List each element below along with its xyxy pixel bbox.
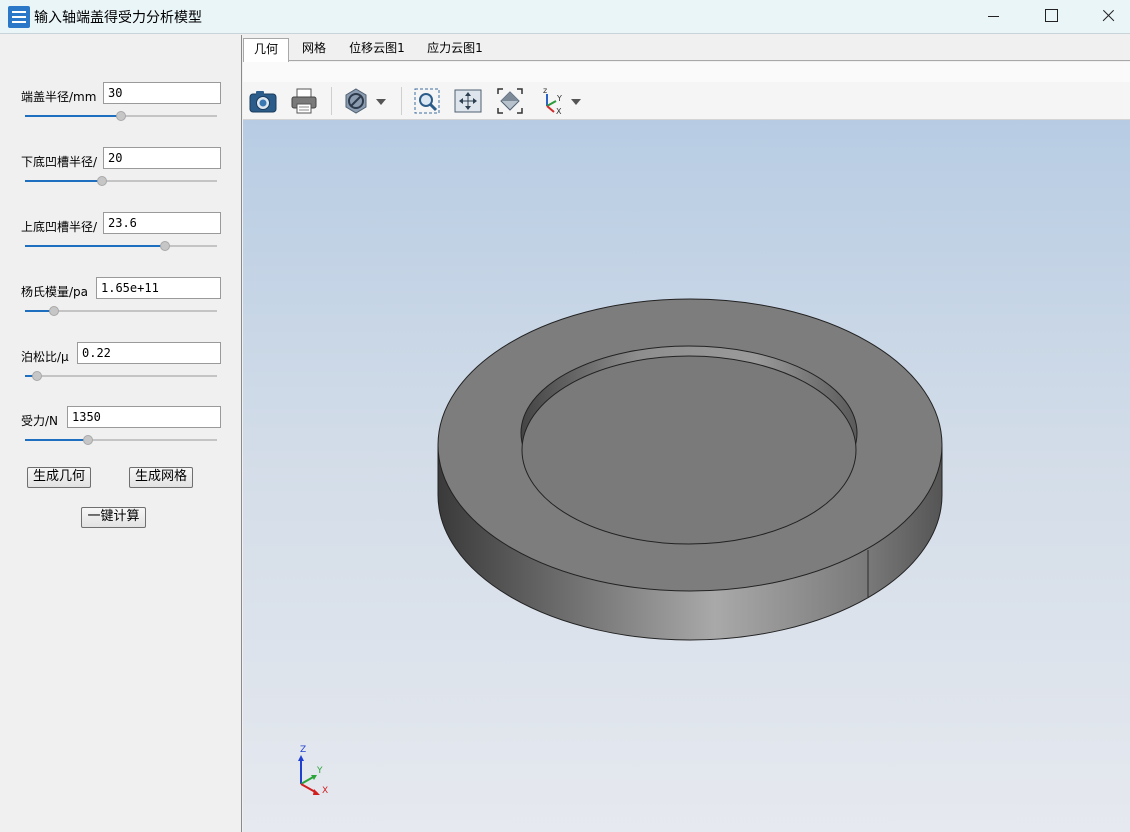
zoom-box-icon[interactable] bbox=[412, 86, 442, 116]
slider-thumb[interactable] bbox=[83, 435, 93, 445]
param-label: 下底凹槽半径/ bbox=[21, 155, 98, 169]
tab-mesh[interactable]: 网格 bbox=[293, 38, 335, 61]
cover-radius-input[interactable]: 30 bbox=[103, 82, 221, 104]
param-force: 受力/N 1350 bbox=[0, 406, 242, 466]
toolbar-separator bbox=[401, 87, 402, 115]
param-label: 上底凹槽半径/ bbox=[21, 220, 98, 234]
tab-geometry[interactable]: 几何 bbox=[243, 38, 289, 62]
triad-y-label: Y bbox=[317, 766, 323, 776]
param-cover-radius: 端盖半径/mm 30 bbox=[0, 82, 242, 142]
param-poisson-ratio: 泊松比/μ 0.22 bbox=[0, 342, 242, 402]
param-label: 杨氏模量/pa bbox=[21, 285, 89, 299]
parameter-panel: 端盖半径/mm 30 下底凹槽半径/ 20 上底凹槽半径/ 23.6 杨氏模量/… bbox=[0, 35, 242, 832]
toolbar-strip bbox=[243, 62, 1130, 82]
view-toolbar: z Y X bbox=[243, 62, 1130, 120]
view-tabs: 几何 网格 位移云图1 应力云图1 bbox=[243, 35, 1130, 62]
generate-geometry-button[interactable]: 生成几何 bbox=[27, 467, 91, 488]
poisson-ratio-input[interactable]: 0.22 bbox=[77, 342, 221, 364]
upper-groove-radius-input[interactable]: 23.6 bbox=[103, 212, 221, 234]
cover-radius-slider[interactable] bbox=[25, 111, 217, 121]
camera-icon[interactable] bbox=[248, 86, 278, 116]
generate-mesh-button[interactable]: 生成网格 bbox=[129, 467, 193, 488]
dropdown-arrow-icon[interactable] bbox=[569, 86, 583, 116]
view-orientation-icon[interactable]: z Y X bbox=[537, 86, 567, 116]
lower-groove-radius-input[interactable]: 20 bbox=[103, 147, 221, 169]
maximize-icon[interactable] bbox=[1022, 0, 1080, 34]
app-icon bbox=[8, 6, 30, 28]
triad-x-label: X bbox=[322, 786, 329, 796]
slider-fill bbox=[25, 180, 102, 182]
param-youngs-modulus: 杨氏模量/pa 1.65e+11 bbox=[0, 277, 242, 337]
axis-triad: Z Y X bbox=[293, 745, 333, 800]
slider-fill bbox=[25, 115, 121, 117]
close-icon[interactable] bbox=[1080, 0, 1130, 34]
window-title: 输入轴端盖得受力分析模型 bbox=[34, 10, 202, 26]
param-label: 受力/N bbox=[21, 414, 59, 428]
slider-fill bbox=[25, 439, 88, 441]
compute-button[interactable]: 一键计算 bbox=[81, 507, 146, 528]
lower-groove-radius-slider[interactable] bbox=[25, 176, 217, 186]
toolbar-separator bbox=[331, 87, 332, 115]
youngs-modulus-slider[interactable] bbox=[25, 306, 217, 316]
minimize-icon[interactable] bbox=[965, 0, 1023, 34]
slider-track bbox=[25, 375, 217, 377]
param-label: 泊松比/μ bbox=[21, 350, 69, 364]
poisson-ratio-slider[interactable] bbox=[25, 371, 217, 381]
param-lower-groove-radius: 下底凹槽半径/ 20 bbox=[0, 147, 242, 207]
slider-fill bbox=[25, 245, 165, 247]
svg-text:z: z bbox=[543, 86, 547, 95]
force-input[interactable]: 1350 bbox=[67, 406, 221, 428]
upper-groove-radius-slider[interactable] bbox=[25, 241, 217, 251]
title-bar: 输入轴端盖得受力分析模型 bbox=[0, 0, 1130, 34]
param-label: 端盖半径/mm bbox=[21, 90, 97, 104]
svg-text:Y: Y bbox=[556, 94, 562, 103]
slider-thumb[interactable] bbox=[97, 176, 107, 186]
youngs-modulus-input[interactable]: 1.65e+11 bbox=[96, 277, 221, 299]
slider-thumb[interactable] bbox=[116, 111, 126, 121]
fit-all-icon[interactable] bbox=[495, 86, 525, 116]
display-mode-icon[interactable] bbox=[341, 86, 371, 116]
model-viewport[interactable]: Z Y X bbox=[243, 120, 1130, 832]
pan-icon[interactable] bbox=[453, 86, 483, 116]
force-slider[interactable] bbox=[25, 435, 217, 445]
triad-z-label: Z bbox=[300, 745, 307, 755]
end-cover-model bbox=[437, 298, 943, 641]
slider-thumb[interactable] bbox=[160, 241, 170, 251]
param-upper-groove-radius: 上底凹槽半径/ 23.6 bbox=[0, 212, 242, 272]
print-icon[interactable] bbox=[289, 86, 319, 116]
tab-stress-contour[interactable]: 应力云图1 bbox=[421, 38, 489, 61]
slider-thumb[interactable] bbox=[49, 306, 59, 316]
dropdown-arrow-icon[interactable] bbox=[374, 86, 388, 116]
svg-text:X: X bbox=[556, 107, 562, 116]
slider-thumb[interactable] bbox=[32, 371, 42, 381]
tab-displacement-contour[interactable]: 位移云图1 bbox=[343, 38, 411, 61]
